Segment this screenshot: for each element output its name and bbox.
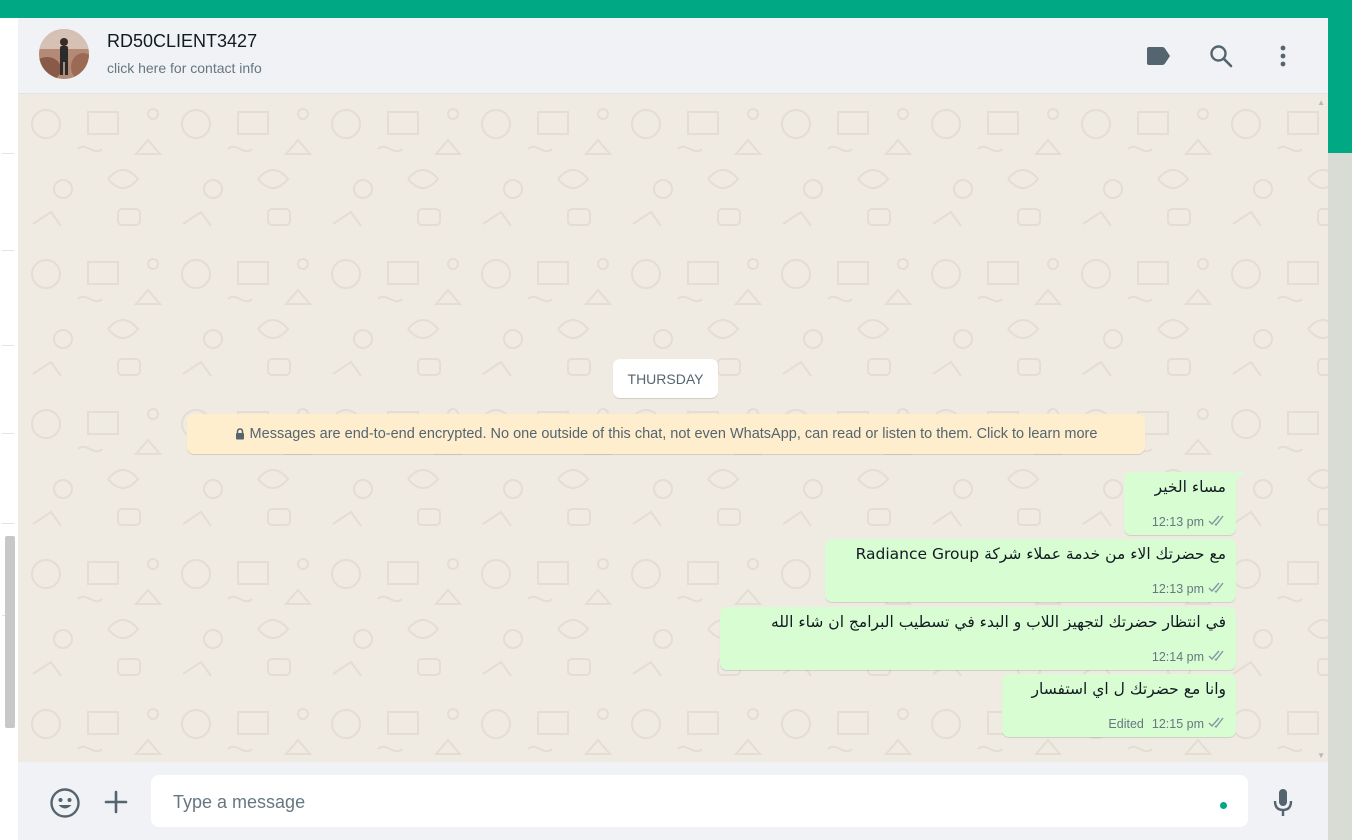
left-panel-edge [0, 18, 19, 840]
lock-icon [235, 428, 245, 440]
conversation-panel: RD50CLIENT3427 click here for contact in… [18, 18, 1328, 840]
divider [2, 345, 14, 346]
message-list[interactable]: ▲ ▼ THURSDAY Messages are end-to-end enc… [18, 94, 1328, 762]
emoji-icon[interactable] [48, 786, 82, 820]
left-panel-scrollbar[interactable] [5, 536, 15, 728]
contact-info-link[interactable]: click here for contact info [107, 60, 262, 76]
bubble-tail [1235, 472, 1244, 482]
message-input-box[interactable] [151, 775, 1248, 829]
message-meta: 12:14 pm [1152, 650, 1226, 664]
message-time: 12:15 pm [1151, 717, 1204, 731]
outgoing-message[interactable]: في انتظار حضرتك لتجهيز اللاب و البدء في … [720, 607, 1236, 670]
attach-plus-icon[interactable] [102, 788, 130, 816]
label-icon[interactable] [1144, 42, 1172, 70]
divider [2, 153, 14, 154]
double-check-icon [1208, 650, 1226, 664]
date-separator: THURSDAY [613, 359, 718, 398]
encryption-notice[interactable]: Messages are end-to-end encrypted. No on… [187, 414, 1145, 454]
menu-icon[interactable] [1269, 42, 1297, 70]
divider [2, 523, 14, 524]
message-text: وانا مع حضرتك ل اي استفسار [1031, 680, 1226, 698]
double-check-icon [1208, 515, 1226, 529]
status-dot [1220, 802, 1227, 809]
divider [2, 433, 14, 434]
scroll-down-arrow[interactable]: ▼ [1317, 751, 1325, 760]
message-time: 12:14 pm [1151, 650, 1204, 664]
outgoing-message[interactable]: وانا مع حضرتك ل اي استفسار Edited 12:15 … [1002, 674, 1236, 737]
message-text: مساء الخير [1154, 478, 1226, 496]
contact-avatar[interactable] [39, 29, 89, 79]
divider [2, 250, 14, 251]
message-time: 12:13 pm [1151, 582, 1204, 596]
encryption-notice-text: Messages are end-to-end encrypted. No on… [249, 426, 1098, 442]
edited-label: Edited [1108, 717, 1144, 731]
conversation-header[interactable]: RD50CLIENT3427 click here for contact in… [18, 18, 1328, 94]
double-check-icon [1208, 717, 1226, 731]
message-meta: 12:13 pm [1152, 582, 1226, 596]
scroll-up-arrow[interactable]: ▲ [1317, 98, 1325, 107]
message-meta: 12:13 pm [1152, 515, 1226, 529]
outgoing-message[interactable]: مساء الخير 12:13 pm [1124, 472, 1244, 535]
message-text: مع حضرتك الاء من خدمة عملاء شركة Radianc… [855, 545, 1226, 563]
message-meta: Edited 12:15 pm [1108, 717, 1226, 731]
message-text: في انتظار حضرتك لتجهيز اللاب و البدء في … [770, 613, 1226, 631]
search-icon[interactable] [1207, 42, 1235, 70]
composer-bar [18, 762, 1328, 840]
outgoing-message[interactable]: مع حضرتك الاء من خدمة عملاء شركة Radianc… [825, 539, 1236, 602]
contact-name[interactable]: RD50CLIENT3427 [107, 31, 257, 52]
microphone-icon[interactable] [1269, 786, 1297, 820]
message-input[interactable] [171, 775, 1205, 829]
double-check-icon [1208, 582, 1226, 596]
message-time: 12:13 pm [1151, 515, 1204, 529]
right-gutter [1328, 153, 1352, 840]
